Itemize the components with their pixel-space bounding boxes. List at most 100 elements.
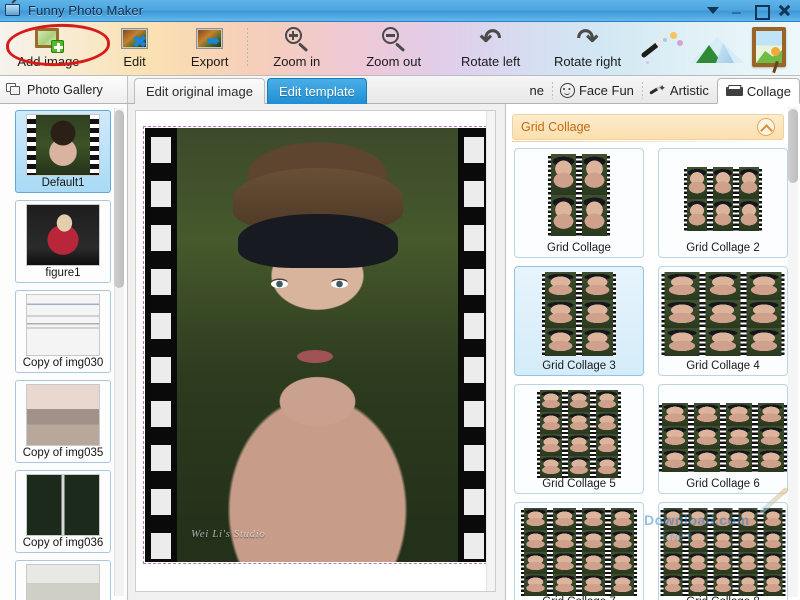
template-preview	[684, 167, 762, 231]
editor-canvas-area: Wei Li's Studio	[129, 104, 504, 600]
tab-edit-original-image-label: Edit original image	[146, 84, 253, 99]
list-item[interactable]: figure1	[15, 200, 111, 283]
template-preview	[548, 154, 610, 236]
template-preview	[542, 272, 616, 356]
close-icon[interactable]	[777, 3, 792, 18]
thumbnail-image	[26, 564, 100, 600]
template-label: Grid Collage 8	[659, 596, 787, 600]
rotate-right-label: Rotate right	[553, 54, 622, 69]
rotate-left-label: Rotate left	[460, 54, 521, 69]
canvas-photo[interactable]: Wei Li's Studio	[143, 126, 492, 564]
tab-edit-template-label: Edit template	[278, 84, 355, 99]
zoom-in-label: Zoom in	[273, 54, 321, 69]
list-item[interactable]	[15, 560, 111, 600]
photo-gallery-label: Photo Gallery	[27, 82, 103, 97]
thumbnail-image	[26, 474, 100, 536]
tab-edit-template[interactable]: Edit template	[266, 78, 367, 104]
tab-artistic[interactable]: ✦ Artistic	[641, 77, 717, 104]
window-controls	[705, 3, 800, 20]
zoom-in-button[interactable]: Zoom in	[248, 22, 345, 76]
minimize-icon[interactable]	[729, 3, 744, 18]
tab-face-fun-label: Face Fun	[578, 83, 634, 98]
template-label: Grid Collage 6	[686, 478, 760, 490]
list-item[interactable]: Copy of img030	[15, 290, 111, 373]
stacked-photos-icon	[6, 82, 22, 97]
tab-frame-label: ne	[529, 83, 544, 98]
canvas-watermark: Wei Li's Studio	[191, 528, 266, 540]
maximize-icon[interactable]	[753, 3, 770, 20]
add-image-button[interactable]: Add image	[0, 22, 97, 76]
tab-face-fun[interactable]: Face Fun	[551, 77, 642, 104]
edit-photo-icon: ✖	[120, 26, 150, 52]
app-icon	[5, 0, 23, 18]
edit-label: Edit	[123, 54, 146, 69]
template-item[interactable]: Grid Collage 8	[658, 502, 788, 600]
tab-collage[interactable]: Collage	[716, 78, 800, 104]
export-button[interactable]: ➠ Export	[172, 22, 247, 76]
rotate-left-button[interactable]: ↶ Rotate left	[442, 22, 539, 76]
edit-button[interactable]: ✖ Edit	[97, 22, 172, 76]
export-photo-icon: ➠	[195, 26, 225, 52]
template-preview	[537, 390, 621, 478]
effect-tabs: ne Face Fun ✦ Artistic Collage	[528, 77, 800, 104]
template-item[interactable]: Grid Collage 2	[658, 148, 788, 258]
template-label: Grid Collage 4	[686, 360, 760, 372]
group-divider	[512, 141, 784, 142]
tab-strip: Photo Gallery Edit original image Edit t…	[0, 76, 800, 104]
magic-wand-icon	[636, 28, 688, 70]
zoom-in-icon	[282, 26, 312, 52]
mountain-photo-icon	[690, 29, 745, 69]
collage-icon	[725, 84, 743, 98]
template-item[interactable]: Grid Collage 5	[514, 384, 644, 494]
photo-gallery-header: Photo Gallery	[0, 76, 128, 103]
photo-headband	[238, 214, 398, 268]
list-item-label: Copy of img030	[22, 357, 104, 369]
list-item-label: figure1	[45, 267, 81, 279]
thumbnail-image	[26, 384, 100, 446]
editor-canvas[interactable]: Wei Li's Studio	[135, 110, 496, 592]
thumbnail-image	[26, 294, 100, 356]
templates-panel: Grid Collage Grid Collage Grid Collage 2	[505, 104, 800, 600]
tab-edit-original-image[interactable]: Edit original image	[134, 78, 265, 104]
list-item-label: Copy of img036	[22, 537, 104, 549]
list-item-label: Default1	[41, 177, 85, 189]
list-item-label: Copy of img035	[22, 447, 104, 459]
template-item[interactable]: Grid Collage 3	[514, 266, 644, 376]
template-label: Grid Collage 2	[686, 242, 760, 254]
rotate-right-button[interactable]: ↷ Rotate right	[539, 22, 636, 76]
grid-collage-group-header[interactable]: Grid Collage	[512, 114, 784, 140]
template-label: Grid Collage	[547, 242, 611, 254]
window-title: Funny Photo Maker	[28, 3, 144, 18]
framed-picture-icon	[746, 25, 794, 74]
tab-frame[interactable]: ne	[528, 77, 552, 104]
photo-eye-left	[271, 280, 288, 288]
zoom-out-icon	[379, 26, 409, 52]
list-item[interactable]: Copy of img036	[15, 470, 111, 553]
sidebar-scrollbar-thumb[interactable]	[114, 110, 124, 288]
magic-wand-icon: ✦	[649, 83, 666, 98]
add-image-icon	[33, 26, 65, 53]
export-label: Export	[190, 54, 229, 69]
list-item[interactable]: Copy of img035	[15, 380, 111, 463]
templates-scrollbar-thumb[interactable]	[788, 109, 798, 183]
canvas-scrollbar-track[interactable]	[486, 111, 495, 591]
template-label: Grid Collage 5	[542, 478, 616, 490]
zoom-out-label: Zoom out	[366, 54, 422, 69]
template-item[interactable]: Grid Collage 6	[658, 384, 788, 494]
template-preview	[661, 272, 785, 356]
template-preview	[659, 403, 787, 472]
tab-collage-label: Collage	[746, 83, 791, 99]
list-item[interactable]: Default1	[15, 110, 111, 193]
toolbar-decorations	[636, 22, 800, 76]
chevron-down-icon[interactable]	[705, 3, 720, 18]
template-item[interactable]: Grid Collage	[514, 148, 644, 258]
template-item[interactable]: Grid Collage 7	[514, 502, 644, 600]
zoom-out-button[interactable]: Zoom out	[345, 22, 442, 76]
photo-gallery-sidebar: Default1 figure1 Copy of img030 Copy of …	[0, 104, 128, 600]
template-label: Grid Collage 3	[542, 360, 616, 372]
chevron-up-circle-icon[interactable]	[757, 118, 775, 136]
rotate-left-icon: ↶	[479, 23, 502, 53]
template-item[interactable]: Grid Collage 4	[658, 266, 788, 376]
thumbnail-image	[26, 114, 100, 176]
smiley-icon	[559, 83, 575, 98]
